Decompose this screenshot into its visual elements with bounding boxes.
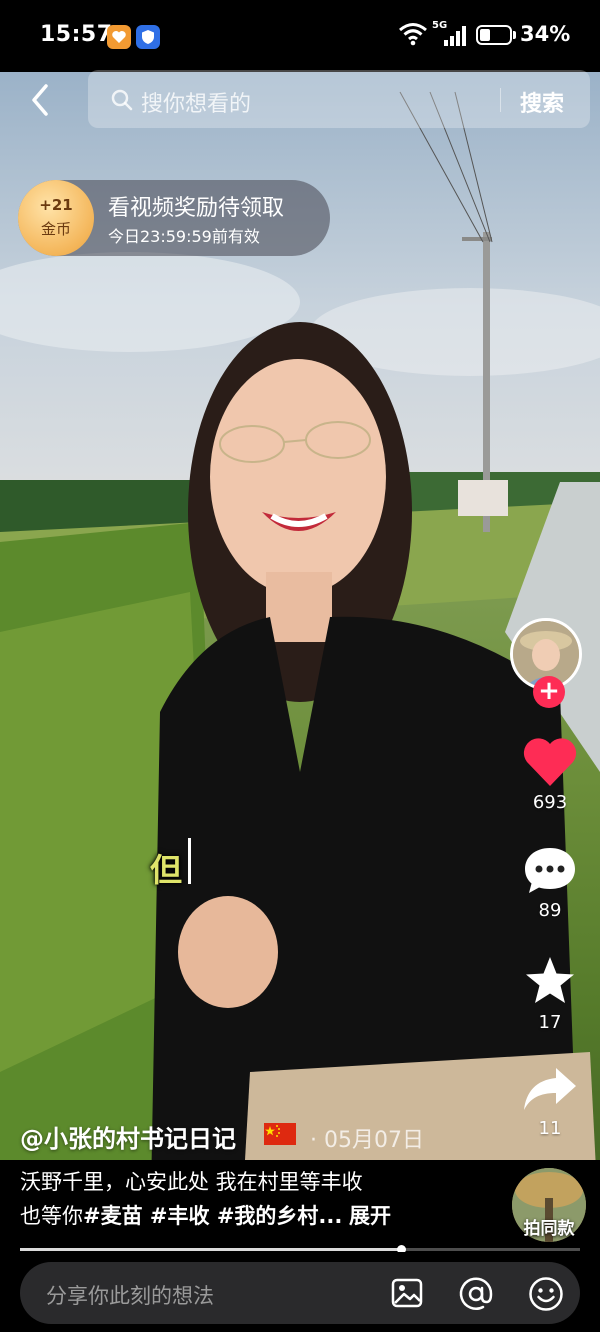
- progress-fill: [20, 1248, 401, 1251]
- image-icon[interactable]: [390, 1276, 424, 1310]
- status-time: 15:57: [40, 22, 113, 47]
- search-button[interactable]: 搜索: [520, 86, 564, 118]
- signal-icon: [444, 26, 466, 46]
- favorite-count: 17: [538, 1012, 562, 1033]
- description-line-2: 也等你#麦苗 #丰收 #我的乡村... 展开: [20, 1200, 391, 1230]
- app-notification-icon: [107, 25, 131, 49]
- description-prefix: 也等你: [20, 1204, 83, 1228]
- comment-placeholder: 分享你此刻的想法: [46, 1284, 214, 1308]
- follow-button[interactable]: +: [533, 676, 565, 708]
- search-icon: [111, 89, 133, 111]
- battery-tip: [513, 31, 516, 39]
- battery-icon: [476, 25, 512, 45]
- battery-level: [480, 29, 490, 41]
- like-count: 693: [532, 792, 568, 813]
- reward-title: 看视频奖励待领取: [108, 196, 285, 221]
- hashtags[interactable]: #麦苗 #丰收 #我的乡村...: [83, 1204, 342, 1228]
- emoji-icon[interactable]: [527, 1275, 565, 1313]
- comment-count: 89: [538, 900, 562, 921]
- share-count: 11: [538, 1118, 562, 1139]
- search-placeholder: 搜你想看的: [141, 92, 252, 117]
- video-caption: 但: [150, 851, 183, 889]
- caption-cursor: [188, 838, 191, 884]
- search-divider: [500, 88, 501, 112]
- share-icon[interactable]: [520, 1064, 580, 1114]
- author-name[interactable]: @小张的村书记日记: [20, 1119, 236, 1154]
- description-line-1: 沃野千里，心安此处 我在村里等丰收: [20, 1170, 363, 1194]
- at-icon[interactable]: [458, 1276, 494, 1312]
- reward-subtitle: 今日23:59:59前有效: [108, 227, 260, 246]
- video-progress-bar[interactable]: [20, 1245, 580, 1254]
- coin-amount: +21: [39, 196, 73, 214]
- china-flag-icon: [264, 1123, 296, 1145]
- post-date: · 05月07日: [310, 1128, 424, 1153]
- heart-icon[interactable]: [522, 736, 578, 788]
- back-icon[interactable]: [26, 80, 56, 120]
- wifi-icon: [399, 23, 427, 46]
- battery-percent: 34%: [520, 22, 571, 46]
- star-icon[interactable]: [522, 954, 578, 1008]
- coin-unit: 金币: [40, 220, 71, 238]
- shield-icon: [136, 25, 160, 49]
- expand-button[interactable]: 展开: [349, 1204, 391, 1228]
- same-style-label: 拍同款: [523, 1219, 575, 1239]
- comment-icon[interactable]: [522, 844, 578, 896]
